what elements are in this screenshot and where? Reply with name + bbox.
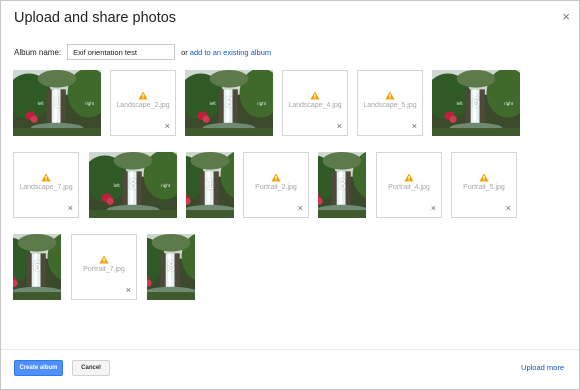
photo-thumbnail[interactable]: 8 left right — [89, 152, 177, 218]
filename-label: Landscape_5.jpg — [363, 102, 417, 109]
warning-icon — [41, 173, 51, 182]
filename-label: Landscape_4.jpg — [288, 102, 342, 109]
failed-upload-thumbnail[interactable]: Portrait_7.jpg × — [71, 234, 137, 300]
warning-icon — [99, 255, 109, 264]
filename-label: Landscape_2.jpg — [116, 102, 170, 109]
filename-label: Portrait_2.jpg — [255, 184, 297, 191]
failed-upload-thumbnail[interactable]: Portrait_5.jpg × — [451, 152, 517, 218]
remove-icon[interactable]: × — [506, 204, 511, 213]
remove-icon[interactable]: × — [165, 122, 170, 131]
filename-label: Portrait_4.jpg — [388, 184, 430, 191]
remove-icon[interactable]: × — [431, 204, 436, 213]
warning-icon — [479, 173, 489, 182]
create-album-button[interactable]: Create album — [14, 360, 63, 376]
footer-divider — [1, 349, 579, 350]
warning-icon — [404, 173, 414, 182]
warning-icon — [271, 173, 281, 182]
photo-thumbnail[interactable]: 1 — [186, 152, 234, 218]
photo-number-label: 1 — [205, 176, 215, 194]
photo-thumbnail[interactable]: 8 — [147, 234, 195, 300]
photo-right-label: right — [504, 101, 513, 106]
photo-right-label: right — [161, 183, 170, 188]
remove-icon[interactable]: × — [68, 204, 73, 213]
filename-label: Landscape_7.jpg — [19, 184, 73, 191]
remove-icon[interactable]: × — [298, 204, 303, 213]
warning-icon — [138, 91, 148, 100]
failed-upload-thumbnail[interactable]: Landscape_5.jpg × — [357, 70, 423, 136]
remove-icon[interactable]: × — [126, 286, 131, 295]
warning-icon — [310, 91, 320, 100]
photo-number-label: 8 — [166, 258, 176, 276]
failed-upload-thumbnail[interactable]: Landscape_4.jpg × — [282, 70, 348, 136]
photo-left-label: left — [113, 183, 120, 188]
warning-icon — [385, 91, 395, 100]
remove-icon[interactable]: × — [337, 122, 342, 131]
failed-upload-thumbnail[interactable]: Landscape_2.jpg × — [110, 70, 176, 136]
photo-number-label: 3 — [337, 176, 347, 194]
photo-right-label: right — [257, 101, 266, 106]
photo-left-label: left — [456, 101, 463, 106]
upload-dialog: Upload and share photos × Album name: or… — [0, 0, 580, 390]
photo-right-label: right — [85, 101, 94, 106]
failed-upload-thumbnail[interactable]: Portrait_2.jpg × — [243, 152, 309, 218]
photo-thumbnail[interactable]: 3 left right — [185, 70, 273, 136]
cancel-button[interactable]: Cancel — [72, 360, 110, 376]
photo-thumbnail[interactable]: 6 left right — [432, 70, 520, 136]
photo-thumbnail[interactable]: 6 — [13, 234, 61, 300]
photo-left-label: left — [209, 101, 216, 106]
upload-more-link[interactable]: Upload more — [521, 363, 564, 372]
filename-label: Portrait_5.jpg — [463, 184, 505, 191]
photo-thumbnail[interactable]: 1 left right — [13, 70, 101, 136]
photo-number-label: 6 — [32, 258, 42, 276]
failed-upload-thumbnail[interactable]: Portrait_4.jpg × — [376, 152, 442, 218]
photo-thumbnail[interactable]: 3 — [318, 152, 366, 218]
failed-upload-thumbnail[interactable]: Landscape_7.jpg × — [13, 152, 79, 218]
filename-label: Portrait_7.jpg — [83, 266, 125, 273]
photo-left-label: left — [37, 101, 44, 106]
thumbnail-grid: 1 left right Landscape_2.jpg × 3 left right Land… — [1, 1, 580, 331]
remove-icon[interactable]: × — [412, 122, 417, 131]
